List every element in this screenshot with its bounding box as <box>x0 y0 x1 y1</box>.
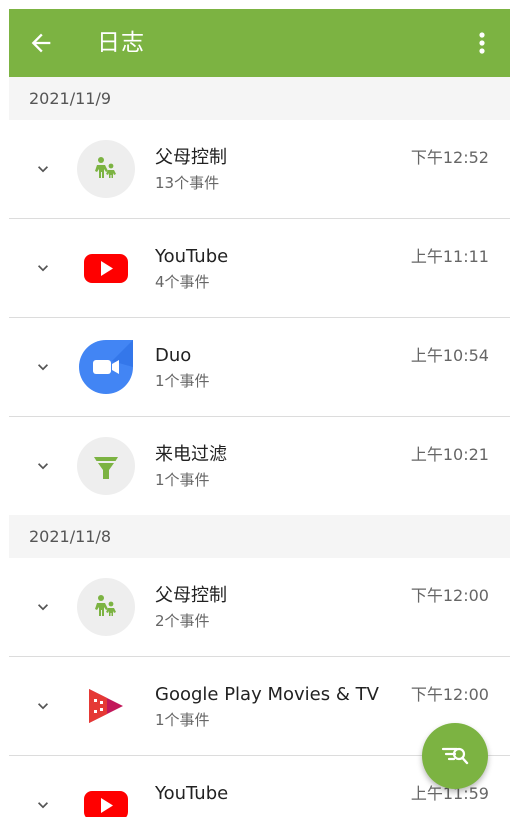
chevron-down-icon[interactable] <box>33 159 53 179</box>
app-name: YouTube <box>155 246 229 267</box>
event-count: 13个事件 <box>155 174 220 192</box>
app-name: 父母控制 <box>155 147 227 168</box>
app-name: 来电过滤 <box>155 444 227 465</box>
more-vert-icon[interactable] <box>471 29 493 57</box>
timestamp: 上午11:11 <box>410 247 489 266</box>
date-header: 2021/11/8 <box>9 515 510 558</box>
chevron-down-icon[interactable] <box>33 456 53 476</box>
youtube-icon <box>84 254 128 283</box>
parental-control-icon <box>77 578 135 636</box>
list-item[interactable]: YouTube 4个事件 上午11:11 <box>9 219 510 318</box>
list-item[interactable]: 父母控制 13个事件 下午12:52 <box>9 120 510 219</box>
event-count: 1个事件 <box>155 471 210 489</box>
youtube-icon <box>84 791 128 817</box>
app-screen: 日志 2021/11/9 父母控制 13个事件 下午12:52 YouTube … <box>9 9 510 817</box>
device-frame: 日志 2021/11/9 父母控制 13个事件 下午12:52 YouTube … <box>0 0 524 825</box>
app-bar: 日志 <box>9 9 510 77</box>
list-item[interactable]: 来电过滤 1个事件 上午10:21 <box>9 417 510 515</box>
list-item[interactable]: 父母控制 2个事件 下午12:00 <box>9 558 510 657</box>
log-list: 2021/11/9 父母控制 13个事件 下午12:52 YouTube 4个事… <box>9 77 510 817</box>
list-item[interactable]: Duo 1个事件 上午10:54 <box>9 318 510 417</box>
app-name: 父母控制 <box>155 585 227 606</box>
play-movies-icon <box>89 689 123 723</box>
chevron-down-icon[interactable] <box>33 357 53 377</box>
timestamp: 下午12:00 <box>410 586 489 605</box>
event-count: 2个事件 <box>155 612 210 630</box>
timestamp: 上午10:54 <box>410 346 489 365</box>
chevron-down-icon[interactable] <box>33 696 53 716</box>
event-count: 1个事件 <box>155 711 210 729</box>
date-header: 2021/11/9 <box>9 77 510 120</box>
chevron-down-icon[interactable] <box>33 795 53 815</box>
timestamp: 上午10:21 <box>410 445 489 464</box>
app-name: YouTube <box>155 783 229 804</box>
timestamp: 下午12:00 <box>410 685 489 704</box>
call-filter-icon <box>77 437 135 495</box>
app-name: Google Play Movies & TV <box>155 684 379 705</box>
arrow-left-icon[interactable] <box>27 29 55 57</box>
filter-search-icon <box>441 747 469 765</box>
chevron-down-icon[interactable] <box>33 597 53 617</box>
parental-control-icon <box>77 140 135 198</box>
chevron-down-icon[interactable] <box>33 258 53 278</box>
filter-search-button[interactable] <box>422 723 488 789</box>
timestamp: 下午12:52 <box>410 148 489 167</box>
app-name: Duo <box>155 345 192 366</box>
event-count: 4个事件 <box>155 273 210 291</box>
duo-icon <box>79 340 133 394</box>
page-title: 日志 <box>97 30 145 56</box>
event-count: 1个事件 <box>155 372 210 390</box>
